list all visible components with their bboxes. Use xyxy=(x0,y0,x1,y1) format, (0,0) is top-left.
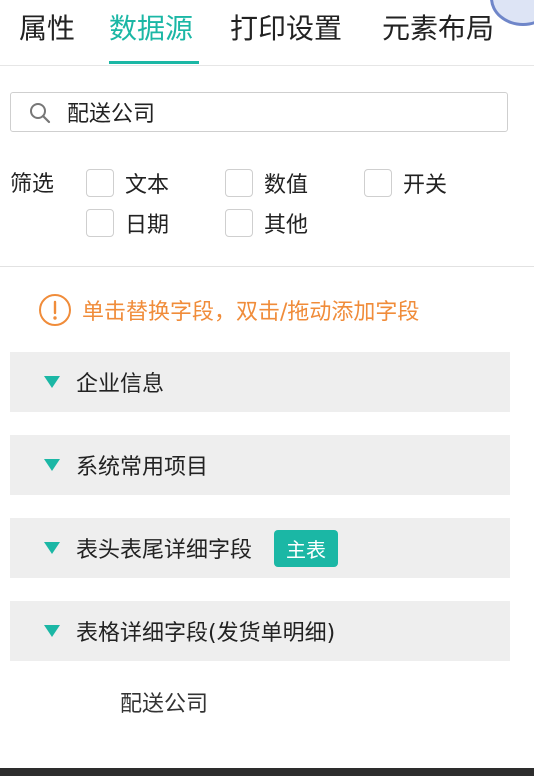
checkbox-box[interactable] xyxy=(225,169,253,197)
bottom-bar xyxy=(0,768,534,776)
tab-element-layout[interactable]: 元素布局 xyxy=(382,12,494,46)
group-system-common[interactable]: 系统常用项目 xyxy=(10,435,510,495)
caret-down-icon xyxy=(44,459,60,471)
active-tab-indicator xyxy=(109,61,199,64)
checkbox-label: 文本 xyxy=(125,173,170,198)
filter-checkbox-number[interactable]: 数值 xyxy=(225,167,308,199)
group-title: 表头表尾详细字段 xyxy=(76,538,253,563)
search-icon xyxy=(30,103,51,124)
checkbox-box[interactable] xyxy=(86,209,114,237)
tab-data-source[interactable]: 数据源 xyxy=(109,12,193,46)
checkbox-box[interactable] xyxy=(364,169,392,197)
filter-checkbox-other[interactable]: 其他 xyxy=(225,207,308,239)
checkbox-label: 其他 xyxy=(264,213,309,238)
exclamation-circle-icon xyxy=(39,294,71,326)
tab-properties[interactable]: 属性 xyxy=(19,12,75,46)
caret-down-icon xyxy=(44,625,60,637)
checkbox-label: 数值 xyxy=(264,173,309,198)
group-title: 企业信息 xyxy=(76,372,165,397)
hint-message: 单击替换字段，双击/拖动添加字段 xyxy=(38,293,419,327)
group-header-footer-fields[interactable]: 表头表尾详细字段 主表 xyxy=(10,518,510,578)
filter-checkbox-date[interactable]: 日期 xyxy=(86,207,169,239)
field-item[interactable]: 配送公司 xyxy=(120,686,208,718)
corner-decoration xyxy=(490,0,534,26)
main-table-badge: 主表 xyxy=(274,529,339,567)
group-title: 系统常用项目 xyxy=(76,455,209,480)
section-divider xyxy=(0,266,534,267)
hint-text: 单击替换字段，双击/拖动添加字段 xyxy=(82,300,420,325)
filter-checkbox-switch[interactable]: 开关 xyxy=(364,167,447,199)
group-title: 表格详细字段(发货单明细) xyxy=(76,621,336,646)
search-box xyxy=(10,92,508,132)
checkbox-label: 日期 xyxy=(125,213,170,238)
group-company-info[interactable]: 企业信息 xyxy=(10,352,510,412)
tab-print-settings[interactable]: 打印设置 xyxy=(230,12,342,46)
checkbox-label: 开关 xyxy=(403,173,448,198)
search-input[interactable] xyxy=(67,97,487,127)
caret-down-icon xyxy=(44,542,60,554)
tab-bar: 属性 数据源 打印设置 元素布局 xyxy=(0,0,534,66)
checkbox-box[interactable] xyxy=(225,209,253,237)
checkbox-box[interactable] xyxy=(86,169,114,197)
filter-checkbox-text[interactable]: 文本 xyxy=(86,167,169,199)
filter-label: 筛选 xyxy=(10,172,55,197)
group-table-detail-fields[interactable]: 表格详细字段(发货单明细) xyxy=(10,601,510,661)
caret-down-icon xyxy=(44,376,60,388)
